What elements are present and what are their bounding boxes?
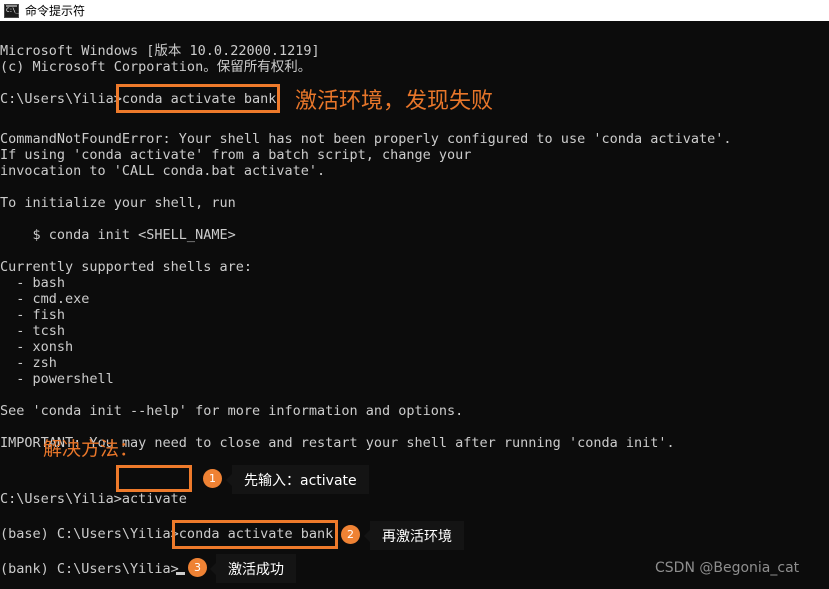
terminal-line-shell-bash: - bash [0, 275, 66, 291]
terminal-line-prompt-bank: (bank) C:\Users\Yilia> [0, 561, 179, 577]
terminal-line-shell-xonsh: - xonsh [0, 339, 74, 355]
terminal-line-prompt-command: C:\Users\Yilia>conda activate bank [0, 91, 277, 107]
annotation-failure-note: 激活环境，发现失败 [295, 89, 494, 114]
terminal-line-shell-fish: - fish [0, 307, 66, 323]
terminal-line-prompt-base: (base) C:\Users\Yilia>conda activate ban… [0, 526, 334, 542]
step-badge-1: 1 [203, 469, 222, 488]
terminal-line-shell-powershell: - powershell [0, 371, 114, 387]
cmd-console-icon [4, 3, 19, 18]
terminal-line-shell-zsh: - zsh [0, 355, 57, 371]
terminal-line: See 'conda init --help' for more informa… [0, 403, 464, 419]
annotation-solution-heading: 解决方法： [43, 438, 139, 460]
step-callout-2: 再激活环境 [364, 521, 464, 550]
terminal-line-shell-cmdexe: - cmd.exe [0, 291, 90, 307]
cmd-window: 命令提示符 Microsoft Windows [版本 10.0.22000.1… [0, 0, 829, 589]
terminal-line: To initialize your shell, run [0, 195, 236, 211]
watermark: CSDN @Begonia_cat [655, 560, 800, 576]
terminal-line: invocation to 'CALL conda.bat activate'. [0, 163, 326, 179]
terminal-line: Microsoft Windows [版本 10.0.22000.1219] [0, 43, 320, 59]
terminal-line-error: CommandNotFoundError: Your shell has not… [0, 131, 732, 147]
terminal-line: (c) Microsoft Corporation。保留所有权利。 [0, 59, 312, 75]
terminal-line-shell-tcsh: - tcsh [0, 323, 66, 339]
step-callout-3: 激活成功 [210, 554, 296, 583]
terminal-line: Currently supported shells are: [0, 259, 252, 275]
window-title: 命令提示符 [25, 4, 86, 18]
title-bar: 命令提示符 [0, 0, 829, 21]
terminal-line-init-command: $ conda init <SHELL_NAME> [0, 227, 236, 243]
step-callout-1: 先输入：activate [226, 465, 369, 494]
console-surface[interactable]: Microsoft Windows [版本 10.0.22000.1219] (… [0, 21, 829, 589]
step-badge-2: 2 [341, 525, 360, 544]
terminal-cursor [176, 572, 185, 575]
terminal-line: If using 'conda activate' from a batch s… [0, 147, 472, 163]
terminal-line-prompt-activate: C:\Users\Yilia>activate [0, 491, 187, 507]
step-badge-3: 3 [188, 558, 207, 577]
